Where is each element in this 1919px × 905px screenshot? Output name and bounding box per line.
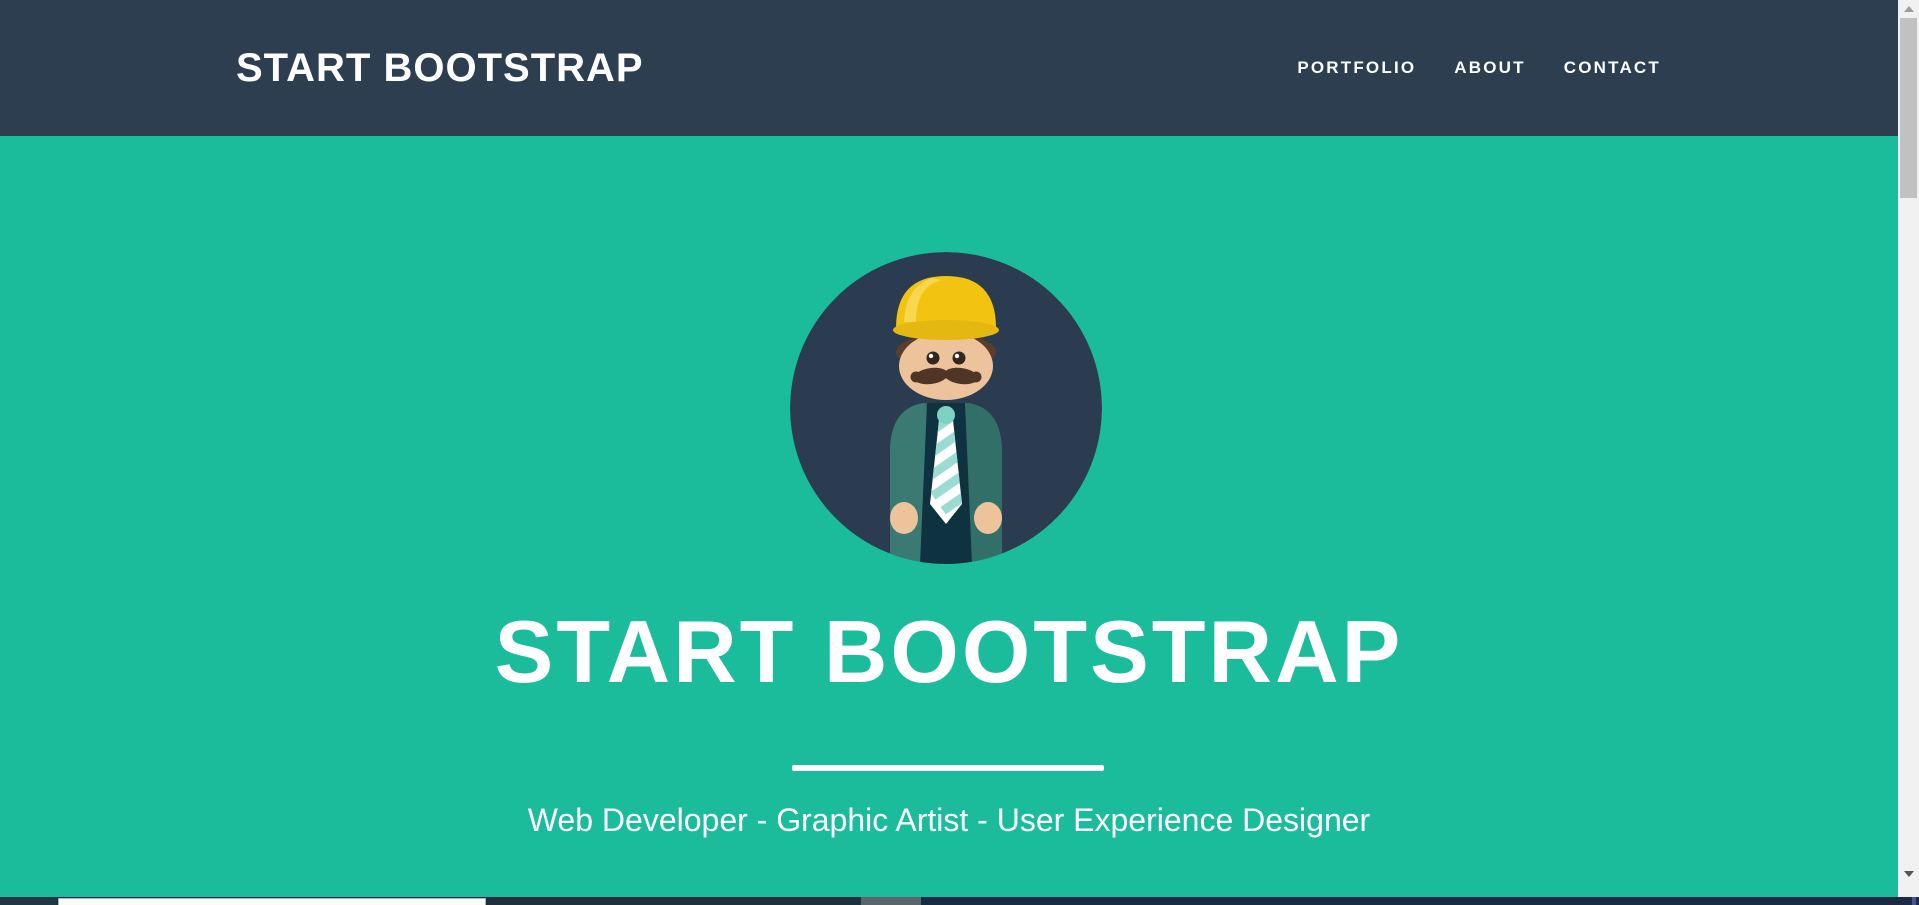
scroll-down-icon: [1904, 871, 1914, 877]
vertical-scrollbar[interactable]: [1898, 0, 1919, 897]
bottom-bar-item-gray[interactable]: [861, 897, 921, 905]
scrollbar-up-button[interactable]: [1898, 0, 1919, 17]
navbar-links: PORTFOLIO ABOUT CONTACT: [1297, 58, 1661, 78]
scrollbar-down-button[interactable]: [1898, 865, 1919, 882]
nav-link-about[interactable]: ABOUT: [1454, 58, 1525, 78]
scroll-up-icon: [1904, 6, 1914, 12]
masthead-section: START BOOTSTRAP Web Developer - Graphic …: [0, 136, 1898, 897]
hero-title: START BOOTSTRAP: [0, 608, 1898, 696]
bottom-bar-left-segment: [0, 897, 57, 905]
hero-subtitle: Web Developer - Graphic Artist - User Ex…: [0, 800, 1898, 840]
nav-link-contact[interactable]: CONTACT: [1564, 58, 1661, 78]
bottom-bar-accent: [1912, 897, 1916, 905]
bottom-bar-item[interactable]: [58, 898, 486, 905]
scrollbar-thumb[interactable]: [1900, 18, 1917, 198]
top-navbar: START BOOTSTRAP PORTFOLIO ABOUT CONTACT: [0, 0, 1898, 136]
bottom-bar-middle-segment: [487, 897, 861, 905]
navbar-brand[interactable]: START BOOTSTRAP: [236, 46, 644, 91]
bottom-bar: [0, 897, 1919, 905]
nav-link-portfolio[interactable]: PORTFOLIO: [1297, 58, 1416, 78]
freelancer-avatar-image: [790, 252, 1102, 564]
hero-divider: [792, 765, 1104, 771]
